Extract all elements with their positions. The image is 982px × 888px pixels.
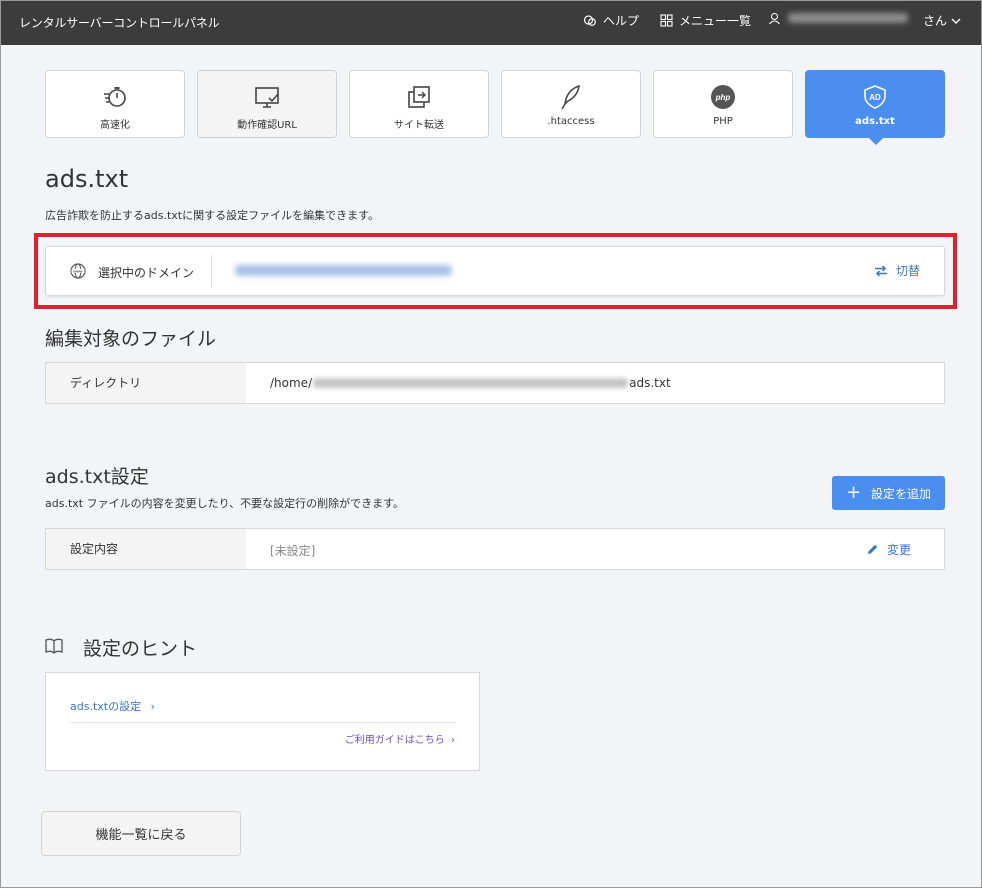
tab-site-transfer[interactable]: サイト転送 xyxy=(349,70,489,138)
blurred-path xyxy=(313,378,629,388)
monitor-check-icon xyxy=(255,87,279,108)
pencil-icon xyxy=(868,544,878,554)
speed-icon xyxy=(104,87,126,107)
tab-php[interactable]: php PHP xyxy=(653,70,793,138)
domain-selector: www 選択中のドメイン 切替 xyxy=(45,246,945,296)
settings-key: 設定内容 xyxy=(46,529,246,569)
help-label: ヘルプ xyxy=(603,14,640,28)
selected-domain-label: 選択中のドメイン xyxy=(98,266,195,280)
chevron-right-icon: › xyxy=(150,700,155,713)
chevron-right-icon: › xyxy=(451,735,455,746)
blurred-domain-name xyxy=(235,265,452,276)
path-suffix: ads.txt xyxy=(629,376,671,390)
help-link[interactable]: ヘルプ xyxy=(583,12,639,29)
ad-shield-icon: AD xyxy=(864,85,886,109)
tab-test-url[interactable]: 動作確認URL xyxy=(197,70,337,138)
page-title: ads.txt xyxy=(45,165,129,193)
user-icon-wrap[interactable] xyxy=(768,12,787,25)
settings-value: [未設定] xyxy=(270,544,316,558)
edit-label: 変更 xyxy=(887,543,912,557)
settings-section-title: ads.txt設定 xyxy=(45,466,149,488)
chat-bubble-icon xyxy=(583,14,596,26)
top-bar: レンタルサーバーコントロールパネル ヘルプ メニュー一覧 さん xyxy=(1,1,981,45)
ads-txt-hint-link[interactable]: ads.txtの設定 › xyxy=(70,698,155,714)
directory-path: /home/ ads.txt xyxy=(270,376,671,390)
swap-arrows-icon xyxy=(875,264,887,277)
tab-ads-txt-label: ads.txt xyxy=(855,116,895,127)
tab-speed-label: 高速化 xyxy=(100,120,130,131)
switch-domain-button[interactable]: 切替 xyxy=(874,262,920,279)
settings-row: 設定内容 [未設定] 変更 xyxy=(45,528,945,570)
divider xyxy=(211,255,212,287)
tab-htaccess-label: .htaccess xyxy=(547,116,595,127)
hints-box: ads.txtの設定 › ご利用ガイドはこちら › xyxy=(45,672,480,771)
file-section-title: 編集対象のファイル xyxy=(45,328,217,350)
user-menu[interactable]: さん xyxy=(923,12,962,29)
svg-text:php: php xyxy=(715,93,731,102)
app-title: レンタルサーバーコントロールパネル xyxy=(19,16,220,30)
directory-key: ディレクトリ xyxy=(46,363,246,403)
add-setting-label: 設定を追加 xyxy=(871,486,932,501)
path-prefix: /home/ xyxy=(270,376,313,390)
grid-icon xyxy=(660,14,673,27)
hint-divider xyxy=(70,722,455,723)
hints-title: 設定のヒント xyxy=(83,638,198,660)
page-description: 広告詐欺を防止するads.txtに関する設定ファイルを編集できます。 xyxy=(45,209,379,222)
blurred-account-id xyxy=(788,13,908,23)
feather-icon xyxy=(561,84,580,110)
back-to-function-list-button[interactable]: 機能一覧に戻る xyxy=(41,811,241,856)
tab-ads-txt[interactable]: AD ads.txt xyxy=(805,70,945,145)
book-icon xyxy=(45,638,63,654)
ads-txt-hint-label: ads.txtの設定 xyxy=(70,700,142,713)
tab-htaccess[interactable]: .htaccess xyxy=(501,70,641,138)
edit-setting-button[interactable]: 変更 xyxy=(866,541,911,558)
directory-row: ディレクトリ /home/ ads.txt xyxy=(45,362,945,404)
tab-site-transfer-label: サイト転送 xyxy=(394,120,444,131)
user-guide-label: ご利用ガイドはこちら xyxy=(344,735,445,746)
tab-test-url-label: 動作確認URL xyxy=(237,120,297,131)
plus-icon: + xyxy=(845,482,862,503)
php-icon: php xyxy=(711,85,735,109)
tab-speed[interactable]: 高速化 xyxy=(45,70,185,138)
switch-label: 切替 xyxy=(896,264,921,278)
menu-list-label: メニュー一覧 xyxy=(679,14,752,28)
add-setting-button[interactable]: + 設定を追加 xyxy=(832,476,945,510)
svg-text:AD: AD xyxy=(869,93,881,102)
user-guide-link[interactable]: ご利用ガイドはこちら › xyxy=(345,731,455,746)
svg-text:www: www xyxy=(72,269,83,274)
chevron-down-icon xyxy=(951,18,961,24)
transfer-icon xyxy=(408,86,430,108)
tab-php-label: PHP xyxy=(713,116,733,127)
menu-list-link[interactable]: メニュー一覧 xyxy=(660,12,751,29)
settings-description: ads.txt ファイルの内容を変更したり、不要な設定行の削除ができます。 xyxy=(45,497,405,510)
user-icon xyxy=(769,12,780,25)
user-suffix: さん xyxy=(923,14,948,28)
globe-www-icon: www xyxy=(70,263,86,279)
